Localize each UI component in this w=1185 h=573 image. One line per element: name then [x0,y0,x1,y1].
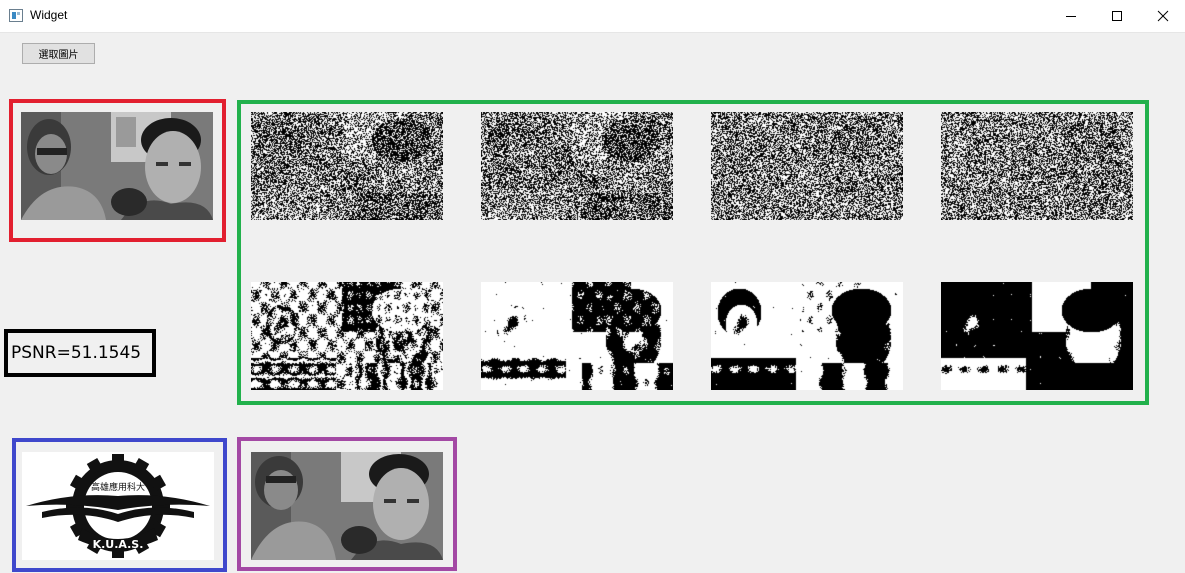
window-title: Widget [30,8,68,22]
select-image-button[interactable]: 選取圖片 [22,43,95,64]
close-icon [1157,10,1169,22]
original-image [21,112,213,220]
logo-text: 高雄應用科大 [91,481,145,493]
bit-plane-8-image [941,282,1133,390]
watermark-logo: K.U.A.S. 高雄應用科大 [22,452,214,560]
bit-plane-6-image [481,282,673,390]
bit-plane-1-image [251,112,443,220]
bit-plane-4-image [941,112,1133,220]
bit-plane-3-image [711,112,903,220]
title-bar: Widget [0,0,1185,33]
bit-plane-2-image [481,112,673,220]
minimize-button[interactable] [1048,0,1094,32]
psnr-value: PSNR=51.1545 [11,343,142,363]
bit-plane-7-image [711,282,903,390]
bit-plane-5-image [251,282,443,390]
logo-sub-text: K.U.A.S. [93,538,144,551]
app-icon [9,9,23,22]
result-image [251,452,443,560]
maximize-icon [1112,11,1122,21]
close-button[interactable] [1140,0,1185,32]
maximize-button[interactable] [1094,0,1140,32]
minimize-icon [1066,16,1076,17]
